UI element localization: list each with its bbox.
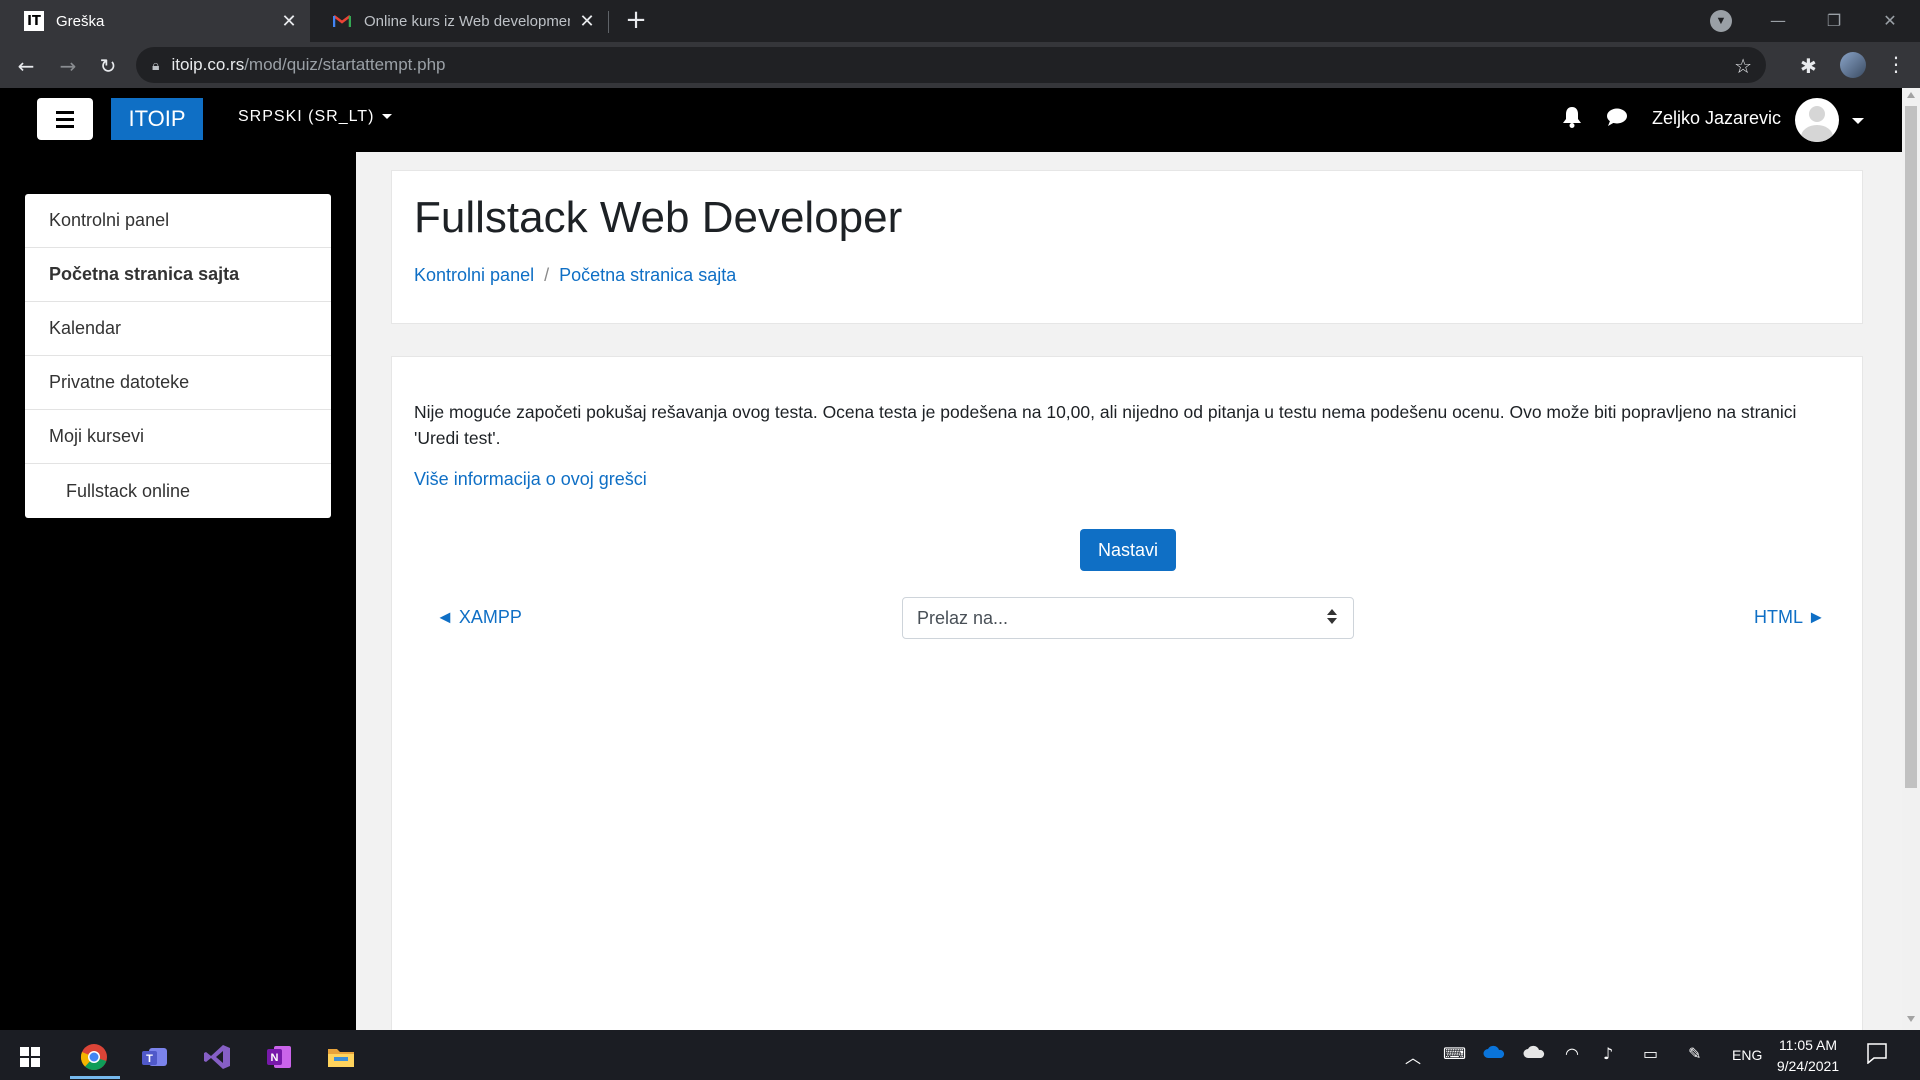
select-arrows-icon (1327, 609, 1337, 624)
windows-taskbar: T N ︿ ⌨ ◠ ♪ ▭ ✎ ENG 11:05 AM 9/24/2021 (0, 1030, 1920, 1080)
onedrive-business-icon[interactable] (1483, 1044, 1505, 1063)
caret-down-icon (382, 114, 393, 120)
drawer-item-my-courses[interactable]: Moji kursevi (25, 410, 331, 464)
url-path: /mod/quiz/startattempt.php (244, 55, 446, 74)
battery-icon[interactable]: ▭ (1643, 1044, 1658, 1063)
close-tab-icon[interactable]: ✕ (278, 10, 300, 32)
breadcrumb: Kontrolni panel / Početna stranica sajta (414, 265, 736, 286)
itoip-favicon-icon: IT (24, 11, 44, 31)
user-menu-caret-icon[interactable] (1852, 118, 1864, 124)
svg-text:N: N (271, 1052, 279, 1064)
chrome-menu-icon[interactable]: ⋮ (1886, 52, 1906, 76)
browser-tab-strip: IT Greška ✕ Online kurs iz Web developme… (0, 0, 1920, 42)
forward-icon[interactable]: → (52, 50, 84, 82)
breadcrumb-separator: / (544, 265, 550, 285)
page-header: Fullstack Web Developer Kontrolni panel … (391, 170, 1863, 324)
profile-avatar-icon[interactable] (1840, 52, 1866, 78)
user-name[interactable]: Zeljko Jazarevic (1652, 108, 1781, 129)
breadcrumb-link-dashboard[interactable]: Kontrolni panel (414, 265, 534, 286)
chrome-taskbar-icon[interactable] (72, 1037, 116, 1077)
taskbar-clock[interactable]: 11:05 AM 9/24/2021 (1770, 1035, 1846, 1077)
close-tab-icon[interactable]: ✕ (576, 10, 598, 32)
network-icon[interactable]: ◠ (1565, 1044, 1579, 1063)
pen-ink-icon[interactable]: ✎ (1688, 1044, 1701, 1063)
notification-center-icon[interactable] (1866, 1042, 1888, 1069)
tab-online-kurs[interactable]: Online kurs iz Web development ✕ (318, 0, 608, 42)
bookmark-star-icon[interactable]: ☆ (1734, 54, 1752, 78)
language-label: SRPSKI (SR_LT) (238, 108, 375, 125)
clock-date: 9/24/2021 (1776, 1058, 1840, 1074)
input-language-indicator[interactable]: ENG (1732, 1047, 1762, 1063)
drawer-item-calendar[interactable]: Kalendar (25, 302, 331, 356)
file-explorer-taskbar-icon[interactable] (319, 1037, 363, 1077)
breadcrumb-link-site-home[interactable]: Početna stranica sajta (559, 265, 736, 286)
onedrive-personal-icon[interactable] (1523, 1044, 1545, 1063)
nav-drawer: Kontrolni panel Početna stranica sajta K… (0, 152, 356, 1030)
address-bar[interactable]: 🔒︎ itoip.co.rs/mod/quiz/startattempt.php… (136, 47, 1766, 83)
site-logo[interactable]: ITOIP (111, 98, 203, 140)
user-avatar[interactable] (1795, 98, 1839, 142)
volume-icon[interactable]: ♪ (1603, 1044, 1613, 1063)
page-title: Fullstack Web Developer (414, 193, 903, 242)
messages-chat-icon[interactable] (1606, 107, 1628, 132)
url-host: itoip.co.rs (171, 55, 245, 74)
tab-title: Greška (56, 12, 105, 30)
drawer-item-dashboard[interactable]: Kontrolni panel (25, 194, 331, 248)
active-app-indicator (70, 1076, 120, 1079)
onenote-taskbar-icon[interactable]: N (257, 1037, 301, 1077)
main-content: Nije moguće započeti pokušaj rešavanja o… (391, 356, 1863, 1036)
teams-taskbar-icon[interactable]: T (133, 1037, 177, 1077)
visual-studio-taskbar-icon[interactable] (195, 1037, 239, 1077)
tab-search-icon[interactable]: ▼ (1710, 10, 1732, 32)
tab-divider (608, 11, 609, 33)
next-activity-link[interactable]: HTML ► (1754, 607, 1825, 628)
scroll-up-arrow-icon[interactable] (1907, 92, 1915, 98)
back-icon[interactable]: ← (10, 50, 42, 82)
page-scrollbar[interactable] (1902, 88, 1920, 1030)
jump-to-select-value: Prelaz na... (917, 607, 1009, 628)
show-hidden-icons-icon[interactable]: ︿ (1405, 1044, 1421, 1068)
scroll-down-arrow-icon[interactable] (1907, 1016, 1915, 1022)
lock-icon: 🔒︎ (152, 56, 160, 73)
drawer-menu: Kontrolni panel Početna stranica sajta K… (25, 194, 331, 518)
browser-toolbar: ← → ↻ 🔒︎ itoip.co.rs/mod/quiz/startattem… (0, 42, 1920, 88)
prev-activity-link[interactable]: ◄ XAMPP (436, 607, 522, 628)
more-info-link[interactable]: Više informacija o ovoj grešci (414, 469, 647, 490)
drawer-item-private-files[interactable]: Privatne datoteke (25, 356, 331, 410)
restore-icon[interactable]: ❐ (1806, 0, 1862, 40)
close-window-icon[interactable]: ✕ (1862, 0, 1918, 40)
drawer-item-course-fullstack[interactable]: Fullstack online (25, 464, 331, 518)
language-menu[interactable]: SRPSKI (SR_LT) (238, 108, 393, 126)
notification-bell-icon[interactable] (1562, 106, 1582, 133)
continue-button[interactable]: Nastavi (1080, 529, 1176, 571)
tab-title: Online kurs iz Web development (364, 12, 570, 30)
error-message: Nije moguće započeti pokušaj rešavanja o… (414, 402, 1797, 448)
windows-start-icon[interactable] (8, 1037, 52, 1077)
reload-icon[interactable]: ↻ (92, 50, 124, 82)
clock-time: 11:05 AM (1778, 1037, 1838, 1053)
new-tab-icon[interactable]: + (622, 5, 650, 35)
gmail-icon (332, 11, 352, 31)
drawer-item-site-home[interactable]: Početna stranica sajta (25, 248, 331, 302)
jump-to-select[interactable]: Prelaz na... (902, 597, 1354, 639)
minimize-icon[interactable]: — (1750, 0, 1806, 40)
hamburger-menu-icon[interactable] (37, 98, 93, 140)
site-navbar: ITOIP SRPSKI (SR_LT) Zeljko Jazarevic (0, 88, 1902, 152)
tab-greska[interactable]: IT Greška ✕ (0, 0, 310, 42)
extensions-puzzle-icon[interactable]: ✱ (1800, 54, 1817, 78)
pen-workspace-icon[interactable]: ⌨ (1443, 1044, 1466, 1063)
svg-text:T: T (146, 1053, 153, 1065)
scrollbar-thumb[interactable] (1905, 106, 1917, 788)
